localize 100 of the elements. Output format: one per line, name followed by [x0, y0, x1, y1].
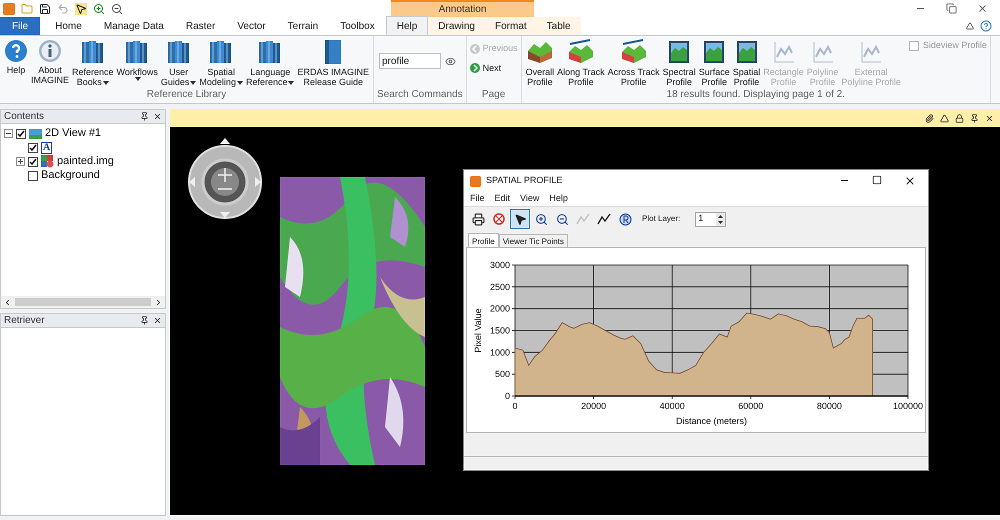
ribbon-toggle-icon[interactable] — [966, 22, 974, 30]
layer-checkbox[interactable] — [28, 142, 38, 152]
y-tick-label: 0 — [504, 391, 510, 401]
scroll-left-icon[interactable] — [3, 298, 12, 306]
x-axis-title: Distance (meters) — [676, 416, 747, 426]
pointer-icon[interactable] — [75, 2, 87, 14]
profile-button[interactable]: Across Track Profile — [606, 39, 661, 87]
faint-profile-icon — [772, 39, 796, 65]
ribbon-button[interactable]: ERDAS IMAGINE Release Guide — [296, 39, 370, 87]
button-label: External — [854, 67, 888, 77]
button-label: Help — [6, 65, 26, 75]
plot-layer-spinner[interactable]: 1 — [695, 212, 726, 226]
collapse-toggle[interactable] — [4, 129, 13, 138]
zoom-out-icon[interactable] — [111, 2, 123, 14]
eye-icon[interactable] — [445, 56, 456, 66]
books-icon — [80, 39, 106, 65]
app-logo-icon — [470, 176, 481, 186]
scroll-right-icon[interactable] — [154, 298, 163, 306]
ribbon-button[interactable]: Reference Books — [71, 39, 115, 87]
panel-title: Retriever — [4, 314, 45, 328]
layer-label[interactable]: Background — [41, 167, 100, 184]
button-label: Along Track — [557, 67, 605, 77]
pin-icon[interactable] — [140, 316, 149, 325]
layer-checkbox[interactable] — [28, 156, 38, 166]
window-tab[interactable]: Viewer Tic Points — [498, 234, 568, 247]
paperclip-icon[interactable] — [925, 114, 934, 122]
x-tick-label: 100000 — [892, 401, 924, 411]
ribbon-button[interactable]: Workflows — [116, 39, 159, 81]
layer-label[interactable]: 2D View #1 — [45, 125, 102, 142]
maximize-icon[interactable] — [872, 175, 882, 185]
menu-item[interactable]: Help — [549, 192, 568, 206]
profile-chart-icon — [734, 39, 758, 65]
page-button[interactable]: Next — [470, 62, 518, 75]
window-title: SPATIAL PROFILE — [486, 174, 564, 188]
pin-icon[interactable] — [140, 112, 149, 121]
y-tick-label: 1500 — [490, 326, 510, 336]
menu-item[interactable]: View — [520, 192, 540, 206]
plot-layer-label: Plot Layer: — [642, 213, 680, 225]
ribbon-button[interactable]: About IMAGINE — [30, 39, 70, 85]
ribbon-tab[interactable]: Terrain — [276, 17, 330, 35]
ribbon-button[interactable]: Spatial Modeling — [198, 39, 244, 87]
ribbon-tab[interactable]: Manage Data — [92, 17, 175, 35]
ribbon-tab[interactable]: Toolbox — [329, 17, 386, 35]
close-icon[interactable] — [153, 316, 162, 325]
layer-checkbox[interactable] — [16, 128, 26, 138]
checkbox-label: Sideview Profile — [922, 39, 987, 52]
ribbon-button[interactable]: User Guides — [160, 39, 198, 87]
button-label: Reference — [72, 67, 114, 77]
layer-checkbox[interactable] — [28, 170, 38, 180]
profile-chart-icon — [702, 39, 726, 65]
panel-title: Contents — [4, 110, 44, 124]
help-icon[interactable] — [980, 20, 992, 32]
profile-button[interactable]: Spectral Profile — [662, 39, 697, 87]
button-label: Modeling — [199, 77, 243, 87]
button-label: Books — [76, 77, 109, 87]
button-label: Profile — [810, 77, 836, 87]
ribbon-button[interactable]: Help — [3, 39, 29, 75]
profile-button[interactable]: Along Track Profile — [556, 39, 606, 87]
contextual-group-label: Annotation — [438, 3, 486, 17]
search-field[interactable]: profile — [379, 53, 441, 69]
restore-icon[interactable] — [946, 3, 957, 14]
ribbon-tab[interactable]: Raster — [174, 17, 226, 35]
close-icon[interactable] — [153, 112, 162, 121]
profile-button[interactable]: Surface Profile — [698, 39, 731, 87]
horizontal-scrollbar[interactable] — [1, 296, 165, 308]
expand-toggle[interactable] — [16, 157, 25, 166]
button-label: Profile — [527, 77, 553, 87]
button-label: Spatial — [732, 67, 760, 77]
menu-item[interactable]: File — [470, 192, 485, 206]
raster-icon — [41, 155, 54, 168]
ribbon-button[interactable]: Language Reference — [244, 39, 296, 87]
ribbon-tab[interactable]: Format — [484, 17, 537, 35]
zoom-in-icon[interactable] — [93, 2, 105, 14]
file-button[interactable]: File — [0, 17, 40, 35]
close-icon[interactable] — [985, 114, 994, 122]
ribbon-tab[interactable]: Drawing — [428, 17, 485, 35]
profile-button[interactable]: Overall Profile — [524, 39, 556, 87]
x-tick-label: 60000 — [738, 401, 764, 411]
pointer-icon[interactable] — [510, 209, 530, 229]
ribbon-tab[interactable]: Vector — [226, 17, 277, 35]
y-tick-label: 500 — [494, 369, 510, 380]
close-icon[interactable] — [904, 175, 916, 187]
x-tick-label: 0 — [512, 401, 518, 411]
ribbon-tab[interactable]: Home — [44, 17, 93, 35]
x-tick-label: 80000 — [816, 401, 842, 411]
pin-icon[interactable] — [970, 114, 979, 122]
pan-zoom-control[interactable] — [187, 136, 263, 220]
ribbon-tab[interactable]: Help — [386, 16, 428, 35]
y-tick-label: 2000 — [490, 304, 510, 314]
lock-icon[interactable] — [955, 114, 964, 122]
layer-label[interactable]: painted.img — [57, 153, 114, 170]
window-tab[interactable]: Profile — [468, 233, 499, 247]
help-icon — [4, 39, 28, 63]
profile-button[interactable]: Spatial Profile — [732, 39, 762, 87]
faint-profile-icon — [810, 39, 835, 65]
menu-item[interactable]: Edit — [494, 192, 510, 206]
terrain-track-icon — [566, 39, 595, 65]
ribbon-tab[interactable]: Table — [536, 17, 581, 35]
save-icon[interactable] — [39, 2, 51, 14]
warning-icon[interactable] — [940, 114, 949, 122]
